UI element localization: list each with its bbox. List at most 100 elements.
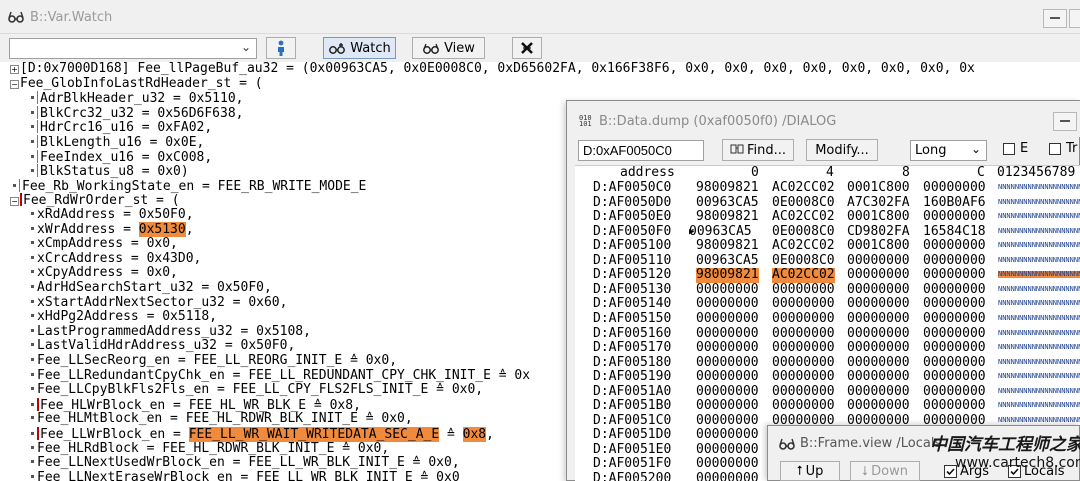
dump-value-cell[interactable]: 0E0008C0 [772,253,835,269]
dump-row[interactable]: D:AF005140 00000000 00000000 00000000 000000… [575,297,1080,312]
dump-value-cell[interactable]: 00000000 [847,268,910,283]
watch-line[interactable]: xStartAddrNextSector_u32 = 0x60, [28,295,287,311]
watch-titlebar[interactable]: B::Var.Watch [0,0,1080,34]
dump-row[interactable]: D:AF005160 00000000 00000000 00000000 000000… [575,326,1080,342]
watch-line[interactable]: FeeIndex_u16 = 0xC008, [28,149,212,164]
watch-line[interactable]: Fee_LLNextEraseWrBlock_en = FEE_LL_WR_BL… [28,470,460,481]
dump-value-cell[interactable]: 00000000 [696,282,759,298]
dump-value-cell[interactable]: 0001C800 [847,210,910,225]
dump-value-cell[interactable]: 00000000 [847,253,910,269]
dump-value-cell[interactable]: 98009821 [696,268,759,283]
collapse-icon[interactable]: − [10,79,19,89]
maximize-button[interactable] [1069,9,1080,28]
dump-value-cell[interactable]: 00000000 [847,340,910,356]
dump-value-cell[interactable]: 160B0AF6 [923,195,986,211]
watch-line[interactable]: LastValidHdrAddress_u32 = 0x50F0, [28,339,295,354]
dump-value-cell[interactable]: 00000000 [847,399,910,414]
dump-value-cell[interactable]: 00000000 [772,384,835,400]
dump-value-cell[interactable]: 98009821 [696,239,759,254]
dump-value-cell[interactable]: 00963CA5 [689,224,752,240]
dump-value-cell[interactable]: 00000000 [923,253,986,269]
modify-button[interactable]: Modify... [806,139,878,161]
dump-value-cell[interactable]: 00000000 [923,340,986,356]
watch-line[interactable]: Fee_HLMtBlock_en = FEE_HL_RDWR_BLK_INIT_… [28,412,413,427]
dump-value-cell[interactable]: 00000000 [696,297,759,312]
checkbox-tr[interactable] [1049,143,1061,155]
person-button[interactable] [266,37,296,59]
dump-value-cell[interactable]: AC02CC02 [772,210,835,225]
dump-value-cell[interactable]: 16584C18 [923,224,986,240]
dump-value-cell[interactable]: 00000000 [772,370,835,385]
dump-value-cell[interactable]: 00000000 [923,399,986,414]
dump-value-cell[interactable]: 00000000 [847,282,910,298]
dump-value-cell[interactable]: 00000000 [923,326,986,342]
dump-value-cell[interactable]: A7C302FA [847,195,910,211]
dump-row[interactable]: D:AF005190 00000000 00000000 00000000 000000… [575,370,1080,385]
dump-value-cell[interactable]: 00000000 [772,399,835,414]
watch-line[interactable]: + [D:0x7000D168] Fee_llPageBuf_au32 = (0x… [10,61,975,77]
expand-icon[interactable]: + [10,65,19,74]
dump-row[interactable]: D:AF0051A0 00000000 00000000 00000000 000000… [575,384,1080,400]
dump-value-cell[interactable]: 00000000 [696,326,759,342]
watch-line[interactable]: − Fee_GlobInfoLastRdHeader_st = ( [10,76,263,92]
dump-value-cell[interactable]: AC02CC02 [772,180,835,196]
dump-row[interactable]: D:AF005150 00000000 00000000 00000000 000000… [575,311,1080,327]
watch-line[interactable]: Fee_LLNextUsedWrBlock_en = FEE_LL_WR_BLK… [28,455,460,471]
down-button[interactable]: ⭣ Down [850,461,920,481]
collapse-icon[interactable]: − [10,197,19,207]
dump-row[interactable]: D:AF005110 00963CA5 0E0008C0 00000000 000000… [575,253,1080,269]
format-select[interactable]: Long ⌄ [910,140,987,161]
dump-value-cell[interactable]: 00000000 [696,311,759,327]
watch-line[interactable]: Fee_Rb_WorkingState_en = FEE_RB_WRITE_MO… [10,178,366,194]
watch-line[interactable]: BlkCrc32_u32 = 0x56D6F638, [28,105,244,121]
watch-line[interactable]: xHdPg2Address = 0x5118, [28,309,217,325]
dump-value-cell[interactable]: 0E0008C0 [772,224,835,240]
watch-line[interactable]: BlkLength_u16 = 0x0E, [28,135,204,150]
dump-value-cell[interactable]: 00000000 [696,399,759,414]
dump-value-cell[interactable]: 0001C800 [847,180,910,196]
dump-value-cell[interactable]: 98009821 [696,180,759,196]
watch-line[interactable]: AdrBlkHeader_u32 = 0x5110, [28,91,244,106]
watch-line[interactable]: xCmpAddress = 0x0, [28,236,178,252]
watch-line[interactable]: xRdAddress = 0x50F0, [28,207,194,223]
dump-row[interactable]: D:AF005170 00000000 00000000 00000000 000000… [575,340,1080,356]
dump-titlebar[interactable]: 010 101 B::Data.dump (0xaf0050f0) /DIALOG [567,101,1080,137]
watch-line[interactable]: xCpyAddress = 0x0, [28,266,178,281]
dump-value-cell[interactable]: 00000000 [847,355,910,371]
dump-value-cell[interactable]: 00000000 [847,297,910,312]
watch-line[interactable]: Fee_HLRdBlock = FEE_HL_RDWR_BLK_INIT_E ≙… [28,441,389,457]
watch-line[interactable]: HdrCrc16_u16 = 0xFA02, [28,120,212,135]
dump-value-cell[interactable]: 00963CA5 [696,195,759,211]
dump-value-cell[interactable]: 00000000 [696,340,759,356]
dump-row[interactable]: D:AF005120 98009821 AC02CC02 00000000 000000… [575,268,1080,283]
watch-line[interactable]: Fee_LLRedundantCpyChk_en = FEE_LL_REDUND… [28,368,530,384]
watch-line[interactable]: LastProgrammedAddress_u32 = 0x5108, [28,324,311,340]
dump-row[interactable]: D:AF0050D0 00963CA5 0E0008C0 A7C302FA 160B0A… [575,195,1080,211]
dump-value-cell[interactable]: 00000000 [923,311,986,327]
dump-value-cell[interactable]: 00000000 [772,355,835,371]
dump-value-cell[interactable]: 00000000 [847,370,910,385]
dump-value-cell[interactable]: 00000000 [847,311,910,327]
dump-value-cell[interactable]: 00000000 [696,442,759,458]
dump-value-cell[interactable]: 00000000 [923,239,986,254]
dump-value-cell[interactable]: 00000000 [772,340,835,356]
dump-value-cell[interactable]: 00000000 [696,413,759,429]
find-button[interactable]: Find... [722,139,794,161]
dump-value-cell[interactable]: 00000000 [772,282,835,298]
expression-combo[interactable]: ⌄ [9,38,257,59]
watch-line[interactable]: − Fee_RdWrOrder_st = ( [10,193,180,208]
watch-line[interactable]: Fee_LLCpyBlkFls2Fls_en = FEE_LL_CPY_FLS2… [28,382,483,398]
watch-line[interactable]: AdrHdSearchStart_u32 = 0x50F0, [28,280,272,296]
dump-value-cell[interactable]: 00000000 [772,326,835,342]
watch-button[interactable]: Watch [323,37,396,59]
dump-row[interactable]: D:AF0050F0 00963CA5 0E0008C0 CD9802FA 16584C… [575,224,1080,240]
watch-line[interactable]: Fee_HLWrBlock_en = FEE_HL_WR_BLK_E ≙ 0x8… [28,397,361,413]
dump-value-cell[interactable]: 0001C800 [847,239,910,254]
dump-row[interactable]: D:AF0050C0 98009821 AC02CC02 0001C800 000000… [575,180,1080,196]
dump-row[interactable]: D:AF005130 00000000 00000000 00000000 000000… [575,282,1080,298]
watch-line[interactable]: BlkStatus_u8 = 0x0) [28,164,189,179]
dump-value-cell[interactable]: 00000000 [923,297,986,312]
address-input[interactable]: D:0xAF0050C0 [578,140,704,161]
dump-value-cell[interactable]: 00000000 [772,311,835,327]
dump-value-cell[interactable]: AC02CC02 [772,268,835,283]
